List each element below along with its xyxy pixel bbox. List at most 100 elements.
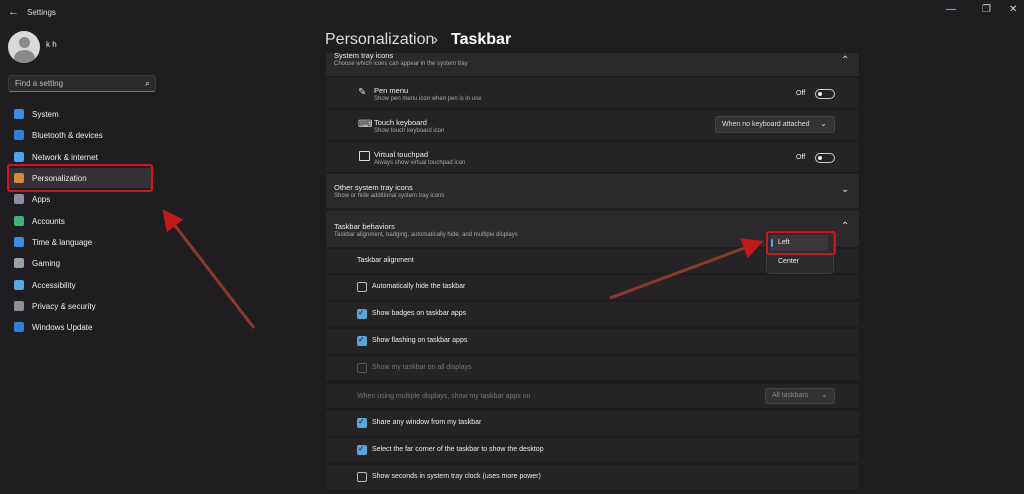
update-icon [14, 322, 24, 332]
checkbox-label: Select the far corner of the taskbar to … [372, 446, 544, 453]
pen-menu-state: Off [796, 90, 806, 97]
sidebar-item-accounts[interactable]: Accounts [8, 211, 152, 231]
system-tray-icons-header[interactable]: System tray icons Choose which icons can… [326, 51, 859, 76]
checkbox[interactable] [357, 444, 367, 455]
checkbox-label: Automatically hide the taskbar [372, 283, 466, 290]
checkbox-row: Automatically hide the taskbar [326, 275, 859, 299]
multi-display-label: When using multiple displays, show my ta… [357, 393, 531, 400]
accessibility-icon [14, 280, 24, 290]
shield-icon [14, 301, 24, 311]
checkbox[interactable] [357, 282, 367, 292]
checkbox-row: Show flashing on taskbar apps [326, 329, 859, 353]
checkbox-row: Show seconds in system tray clock (uses … [326, 465, 859, 489]
arrow-to-personalization [162, 209, 256, 329]
checkbox-row: Show my taskbar on all displays [326, 356, 859, 380]
avatar[interactable] [8, 31, 40, 63]
multi-display-value: All taskbars [772, 392, 809, 399]
sidebar-item-label: Time & language [32, 238, 93, 247]
touch-keyboard-value: When no keyboard attached [722, 121, 810, 128]
pen-menu-row: ✎ Pen menu Show pen menu icon when pen i… [326, 78, 859, 108]
touch-keyboard-dropdown[interactable]: When no keyboard attached ⌄ [715, 116, 835, 133]
other-tray-title: Other system tray icons [334, 183, 413, 192]
chevron-down-icon[interactable]: ⌄ [841, 184, 849, 195]
pen-menu-toggle[interactable] [815, 89, 835, 99]
system-icon [14, 109, 24, 119]
back-arrow-icon[interactable]: ← [8, 6, 19, 18]
pen-menu-title: Pen menu [374, 86, 409, 95]
checkbox[interactable] [357, 417, 367, 428]
virtual-touchpad-toggle[interactable] [815, 153, 835, 163]
left-option-highlight-box [766, 231, 836, 255]
sidebar-item-label: Accessibility [32, 281, 76, 290]
sidebar-item-time-language[interactable]: Time & language [8, 232, 152, 252]
virtual-touchpad-title: Virtual touchpad [374, 150, 429, 159]
touch-keyboard-desc: Show touch keyboard icon [374, 128, 445, 134]
accounts-icon [14, 216, 24, 226]
minimize-button[interactable]: — [946, 4, 956, 15]
sidebar-item-label: Gaming [32, 259, 61, 268]
checkbox-row: Select the far corner of the taskbar to … [326, 438, 859, 462]
sidebar-item-windows-update[interactable]: Windows Update [8, 317, 152, 337]
sidebar-item-label: Windows Update [32, 323, 93, 332]
virtual-touchpad-desc: Always show virtual touchpad icon [374, 160, 466, 166]
breadcrumb-separator: › [433, 31, 438, 48]
checkbox-row: Share any window from my taskbar [326, 411, 859, 435]
checkbox-label: Show flashing on taskbar apps [372, 337, 468, 344]
gamepad-icon [14, 258, 24, 268]
sidebar-item-system[interactable]: System [8, 104, 152, 124]
personalization-highlight-box [7, 164, 153, 192]
maximize-button[interactable]: ❐ [982, 4, 991, 15]
sidebar-item-gaming[interactable]: Gaming [8, 253, 152, 273]
checkbox-label: Show my taskbar on all displays [372, 364, 472, 371]
search-icon[interactable]: ⌕ [145, 78, 150, 89]
user-name: k h [46, 40, 57, 49]
section-title: System tray icons [334, 51, 394, 60]
checkbox-label: Show badges on taskbar apps [372, 310, 467, 317]
checkbox-row: Show badges on taskbar apps [326, 302, 859, 326]
section-desc: Choose which icons can appear in the sys… [334, 61, 468, 67]
multi-display-row: When using multiple displays, show my ta… [326, 384, 859, 408]
search-input[interactable] [15, 78, 135, 89]
pen-icon: ✎ [358, 87, 367, 98]
sidebar-item-label: System [32, 110, 59, 119]
title-bar: ← Settings — ❐ ✕ [0, 0, 1024, 26]
keyboard-icon: ⌨ [358, 119, 373, 130]
alignment-option-center[interactable]: Center [770, 254, 828, 270]
sidebar-item-accessibility[interactable]: Accessibility [8, 275, 152, 295]
sidebar-item-label: Network & internet [32, 153, 98, 162]
page-title: Taskbar [451, 31, 512, 48]
checkbox[interactable] [357, 472, 367, 482]
apps-icon [14, 194, 24, 204]
behaviors-title: Taskbar behaviors [334, 222, 395, 231]
touchpad-icon [359, 151, 370, 161]
search-box[interactable]: ⌕ [8, 75, 156, 92]
checkbox[interactable] [357, 308, 367, 319]
sidebar-item-label: Accounts [32, 217, 65, 226]
chevron-down-icon: ⌄ [821, 390, 828, 399]
other-tray-desc: Show or hide additional system tray icon… [334, 193, 445, 199]
sidebar-item-privacy-security[interactable]: Privacy & security [8, 296, 152, 316]
breadcrumb-parent[interactable]: Personalization [325, 31, 434, 49]
sidebar-item-bluetooth-devices[interactable]: Bluetooth & devices [8, 125, 152, 145]
chevron-up-icon[interactable]: ⌃ [841, 221, 849, 232]
multi-display-dropdown[interactable]: All taskbars ⌄ [765, 388, 835, 404]
virtual-touchpad-row: Virtual touchpad Always show virtual tou… [326, 142, 859, 172]
behaviors-desc: Taskbar alignment, badging, automaticall… [334, 232, 518, 238]
sidebar-item-label: Apps [32, 195, 51, 204]
other-tray-icons-panel[interactable]: Other system tray icons Show or hide add… [326, 174, 859, 208]
touch-keyboard-title: Touch keyboard [374, 118, 427, 127]
taskbar-alignment-label: Taskbar alignment [357, 257, 414, 264]
close-button[interactable]: ✕ [1009, 4, 1017, 15]
bluetooth-icon [14, 130, 24, 140]
chevron-down-icon: ⌄ [820, 119, 827, 128]
checkbox-label: Share any window from my taskbar [372, 419, 482, 426]
checkbox-label: Show seconds in system tray clock (uses … [372, 473, 541, 480]
window-title: Settings [27, 8, 56, 17]
sidebar-item-label: Privacy & security [32, 302, 96, 311]
checkbox[interactable] [357, 335, 367, 346]
virtual-touchpad-state: Off [796, 154, 806, 161]
sidebar-item-apps[interactable]: Apps [8, 189, 152, 209]
chevron-up-icon[interactable]: ⌃ [841, 55, 849, 66]
touch-keyboard-row: ⌨ Touch keyboard Show touch keyboard ico… [326, 110, 859, 140]
wifi-icon [14, 152, 24, 162]
